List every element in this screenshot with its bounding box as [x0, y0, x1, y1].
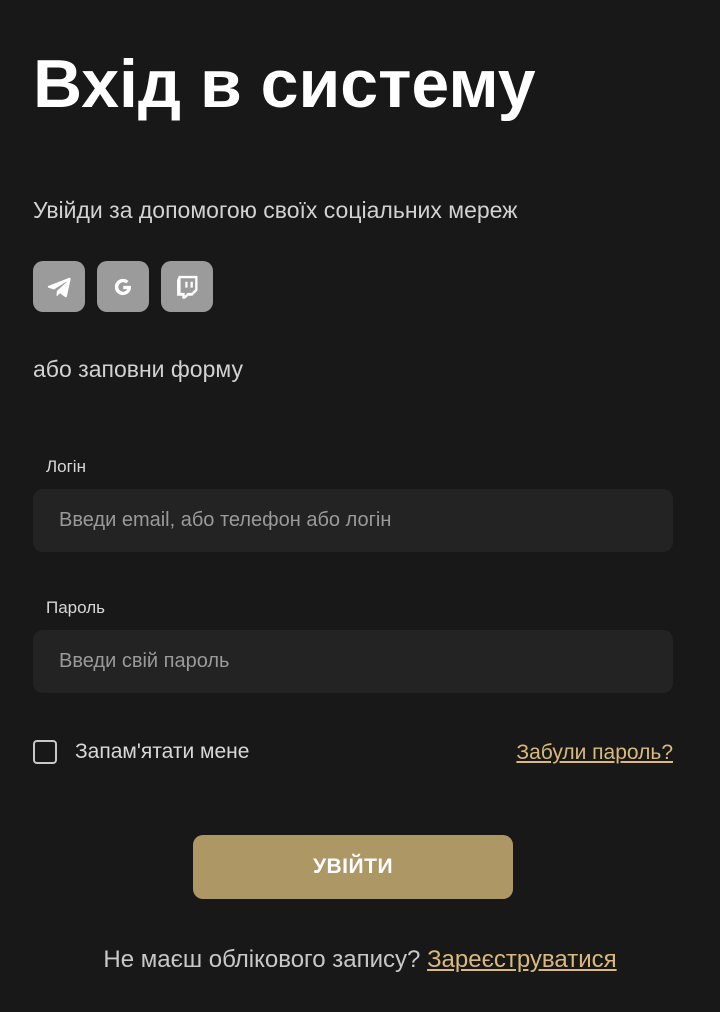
twitch-icon: [173, 273, 201, 301]
login-label: Логін: [46, 457, 86, 476]
twitch-login-button[interactable]: [161, 261, 213, 312]
password-label: Пароль: [46, 598, 105, 617]
telegram-login-button[interactable]: [33, 261, 85, 312]
login-input[interactable]: [33, 489, 673, 552]
remember-me-label: Запам'ятати мене: [75, 740, 250, 763]
login-page: Вхід в систему Увійди за допомогою своїх…: [0, 0, 720, 1012]
social-login-buttons: [33, 261, 213, 312]
social-login-heading: Увійди за допомогою своїх соціальних мер…: [33, 197, 518, 223]
remember-me-control[interactable]: Запам'ятати мене: [33, 738, 249, 766]
telegram-icon: [45, 273, 73, 301]
password-input[interactable]: [33, 630, 673, 693]
register-link[interactable]: Зареєструватися: [427, 946, 617, 973]
register-prompt: Не маєш облікового запису? Зареєструвати…: [0, 945, 720, 975]
google-login-button[interactable]: [97, 261, 149, 312]
forgot-password-link[interactable]: Забули пароль?: [516, 739, 673, 767]
page-title: Вхід в систему: [33, 46, 536, 122]
register-question: Не маєш облікового запису?: [103, 946, 421, 973]
google-icon: [110, 274, 136, 300]
login-submit-button[interactable]: УВІЙТИ: [193, 835, 513, 899]
remember-me-checkbox[interactable]: [33, 740, 57, 764]
or-fill-form-text: або заповни форму: [33, 356, 243, 382]
